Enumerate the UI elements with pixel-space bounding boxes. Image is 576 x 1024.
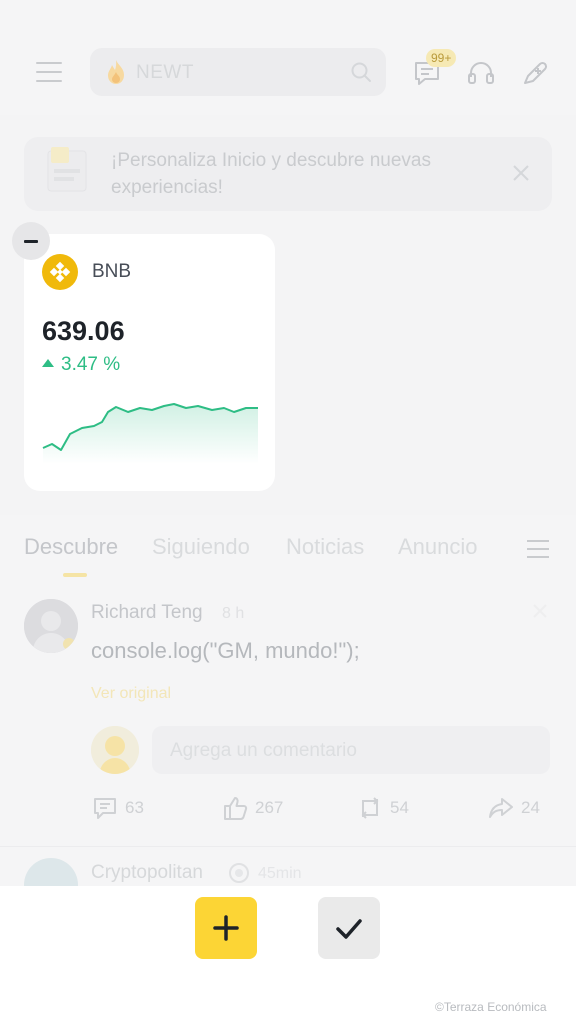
share-icon xyxy=(489,798,513,818)
watermark: ©Terraza Económica xyxy=(435,1000,547,1014)
repost-icon xyxy=(361,797,379,819)
flame-icon xyxy=(108,60,124,84)
banner-text: ¡Personaliza Inicio y descubre nuevas ex… xyxy=(111,150,432,198)
thumbs-up-icon xyxy=(224,797,248,820)
avatar[interactable] xyxy=(24,599,78,653)
coin-name: BNB xyxy=(92,261,132,282)
feed-tabs: Descubre Siguiendo Noticias Anuncio xyxy=(0,530,576,570)
tab-anuncio[interactable]: Anuncio xyxy=(398,534,478,560)
banner-illustration xyxy=(47,147,87,192)
remove-widget-button[interactable] xyxy=(12,222,50,260)
coin-widget-card[interactable]: BNB 639.06 3.47 % xyxy=(24,234,275,491)
search-icon[interactable] xyxy=(350,61,372,83)
search-bar[interactable]: NEWT xyxy=(90,48,386,96)
personalize-banner[interactable]: ¡Personaliza Inicio y descubre nuevas ex… xyxy=(24,137,552,211)
tab-noticias[interactable]: Noticias xyxy=(286,534,364,560)
plus-icon xyxy=(213,915,239,941)
create-post-icon[interactable] xyxy=(520,58,550,88)
comment-input[interactable]: Agrega un comentario xyxy=(152,726,550,774)
post-time: 45min xyxy=(258,865,302,882)
post-time: 8 h xyxy=(222,605,245,622)
dismiss-post-icon[interactable] xyxy=(532,603,548,619)
add-widget-button[interactable] xyxy=(195,897,257,959)
see-original-link[interactable]: Ver original xyxy=(91,685,171,703)
tabs-menu-icon[interactable] xyxy=(527,540,549,558)
post-body: console.log("GM, mundo!"); xyxy=(91,638,360,663)
user-avatar xyxy=(91,726,139,774)
share-button[interactable]: 24 xyxy=(488,795,548,821)
repost-count: 54 xyxy=(390,798,409,817)
notification-badge: 99+ xyxy=(426,49,457,67)
tab-siguiendo[interactable]: Siguiendo xyxy=(152,534,250,560)
post-divider xyxy=(0,846,576,847)
comment-button[interactable]: 63 xyxy=(92,795,152,821)
bnb-coin-icon xyxy=(42,254,78,290)
menu-icon[interactable] xyxy=(36,60,62,84)
checkmark-icon xyxy=(336,919,362,939)
share-count: 24 xyxy=(521,798,540,817)
up-arrow-icon xyxy=(42,359,54,367)
price-change-value: 3.47 % xyxy=(61,354,121,375)
comment-placeholder: Agrega un comentario xyxy=(170,740,357,761)
active-tab-indicator xyxy=(63,573,87,577)
price-change: 3.47 % xyxy=(42,354,120,376)
comment-icon xyxy=(94,798,116,819)
tab-descubre[interactable]: Descubre xyxy=(24,534,118,560)
repost-button[interactable]: 54 xyxy=(357,795,417,821)
like-count: 267 xyxy=(255,798,284,817)
confirm-button[interactable] xyxy=(318,897,380,959)
post-author[interactable]: Cryptopolitan xyxy=(91,862,203,884)
verified-badge-icon xyxy=(229,863,249,883)
close-icon[interactable] xyxy=(512,164,530,182)
post-author[interactable]: Richard Teng xyxy=(91,602,203,624)
headset-icon[interactable] xyxy=(466,58,496,88)
search-placeholder: NEWT xyxy=(136,62,194,83)
coin-price: 639.06 xyxy=(42,316,125,346)
watermark-text: ©Terraza Económica xyxy=(435,1000,547,1014)
like-button[interactable]: 267 xyxy=(222,795,292,821)
comment-count: 63 xyxy=(125,798,144,817)
price-sparkline xyxy=(42,403,258,464)
